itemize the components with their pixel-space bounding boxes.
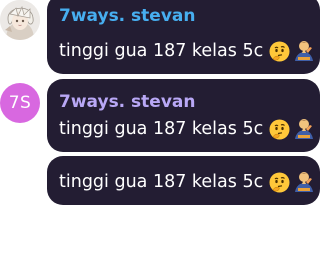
thinking-face-icon [269,41,290,62]
avatar-initials: 7S [8,93,32,113]
chat-log: 7ways. stevan tinggi gua 187 kelas 5c 7S… [0,0,320,256]
message-bubble[interactable]: tinggi gua 187 kelas 5c [47,156,320,205]
message-body: tinggi gua 187 kelas 5c [59,41,264,61]
message-text: tinggi gua 187 kelas 5c [59,170,314,194]
message-body: tinggi gua 187 kelas 5c [59,119,264,139]
message-text: tinggi gua 187 kelas 5c [59,39,314,63]
user-avatar[interactable] [0,0,40,40]
person-prayer-icon [293,170,315,194]
thinking-face-icon [269,172,290,193]
message-bubble[interactable]: 7ways. stevan tinggi gua 187 kelas 5c [47,79,320,152]
person-prayer-icon [293,39,315,63]
sender-name[interactable]: 7ways. stevan [59,6,196,26]
person-prayer-icon [293,117,315,141]
user-avatar[interactable]: 7S [0,83,40,123]
message-bubble[interactable]: 7ways. stevan tinggi gua 187 kelas 5c [47,0,320,74]
anime-avatar-icon [0,0,40,40]
sender-name[interactable]: 7ways. stevan [59,92,196,112]
message-text: tinggi gua 187 kelas 5c [59,117,314,141]
thinking-face-icon [269,119,290,140]
message-body: tinggi gua 187 kelas 5c [59,172,264,192]
